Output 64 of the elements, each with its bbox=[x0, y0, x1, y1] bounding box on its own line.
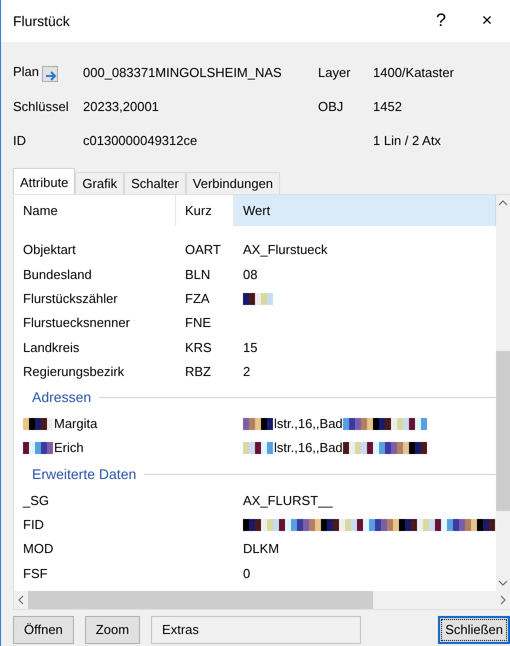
scroll-up-icon[interactable] bbox=[498, 200, 508, 206]
help-button[interactable]: ? bbox=[418, 1, 464, 41]
pixelated-redaction bbox=[23, 442, 53, 454]
attribute-name: Landkreis bbox=[23, 340, 80, 356]
attribute-name: FSF bbox=[23, 566, 48, 582]
tab[interactable]: Grafik bbox=[75, 172, 124, 194]
field-label: ID bbox=[13, 133, 26, 148]
vertical-scrollbar[interactable] bbox=[496, 195, 510, 591]
attribute-value: 15 bbox=[243, 340, 258, 356]
attribute-code: BLN bbox=[185, 266, 210, 282]
action-button[interactable]: Schließen bbox=[438, 616, 510, 644]
attribute-code: OART bbox=[185, 242, 221, 258]
attribute-code: RBZ bbox=[185, 364, 211, 380]
attribute-name: _SG bbox=[23, 492, 50, 508]
attribute-name: Bundesland bbox=[23, 266, 92, 282]
attribute-value: AX_Flurstueck bbox=[243, 242, 328, 258]
scroll-down-icon[interactable] bbox=[498, 580, 508, 586]
horizontal-scrollbar[interactable] bbox=[14, 591, 510, 609]
dropdown-button[interactable]: Extras bbox=[151, 616, 362, 644]
action-button[interactable]: Zoom bbox=[84, 616, 140, 644]
field-value: c0130000049312ce bbox=[83, 133, 198, 148]
field-label: Schlüssel bbox=[13, 99, 69, 114]
attribute-code: KRS bbox=[185, 340, 212, 356]
close-button[interactable]: × bbox=[464, 1, 510, 41]
section-heading: Erweiterte Daten bbox=[32, 466, 136, 483]
pixelated-redaction bbox=[243, 418, 273, 430]
column-header[interactable]: Name bbox=[14, 195, 176, 226]
action-button[interactable]: Öffnen bbox=[13, 616, 74, 644]
attribute-value: 0 bbox=[243, 566, 250, 582]
field-value: 1400/Kataster bbox=[373, 65, 454, 80]
field-value: 1 Lin / 2 Atx bbox=[373, 133, 441, 148]
field-value: 000_083371MINGOLSHEIM_NAS bbox=[83, 65, 282, 80]
attribute-value: lstr.,16,,Bad bbox=[274, 416, 343, 432]
field-label: Layer bbox=[318, 65, 351, 80]
tab[interactable]: Attribute bbox=[13, 168, 76, 194]
attribute-name: Objektart bbox=[23, 242, 76, 258]
tab[interactable]: Schalter bbox=[124, 172, 186, 194]
attribute-name: Regierungsbezirk bbox=[23, 364, 124, 380]
pixelated-redaction bbox=[23, 418, 53, 430]
field-label: Plan bbox=[13, 64, 40, 79]
attribute-name: MOD bbox=[23, 541, 54, 557]
attribute-name: Erich bbox=[54, 440, 84, 456]
scroll-right-icon[interactable] bbox=[500, 595, 506, 605]
attribute-name: Flurstuecksnenner bbox=[23, 315, 130, 331]
attribute-value: lstr.,16,,Bad bbox=[274, 440, 343, 456]
attribute-value: AX_FLURST__ bbox=[243, 492, 333, 508]
column-header[interactable]: Wert bbox=[234, 195, 496, 226]
attribute-code: FNE bbox=[185, 315, 211, 331]
scroll-left-icon[interactable] bbox=[18, 595, 24, 605]
attribute-name: Flurstückszähler bbox=[23, 290, 118, 307]
pixelated-redaction bbox=[243, 292, 273, 305]
field-value: 20233,20001 bbox=[83, 99, 159, 114]
attribute-value: 08 bbox=[243, 266, 258, 282]
attribute-name: FID bbox=[23, 517, 44, 533]
tab[interactable]: Verbindungen bbox=[186, 172, 280, 194]
attribute-value: DLKM bbox=[243, 541, 280, 557]
pixelated-redaction bbox=[243, 442, 273, 454]
window-title: Flurstück bbox=[13, 12, 71, 30]
attribute-name: Margita bbox=[54, 416, 98, 432]
attribute-value: 2 bbox=[243, 364, 250, 380]
field-value: 1452 bbox=[373, 99, 402, 114]
attribute-code: FZA bbox=[185, 290, 210, 307]
field-label: OBJ bbox=[318, 99, 344, 114]
section-heading: Adressen bbox=[32, 389, 92, 406]
